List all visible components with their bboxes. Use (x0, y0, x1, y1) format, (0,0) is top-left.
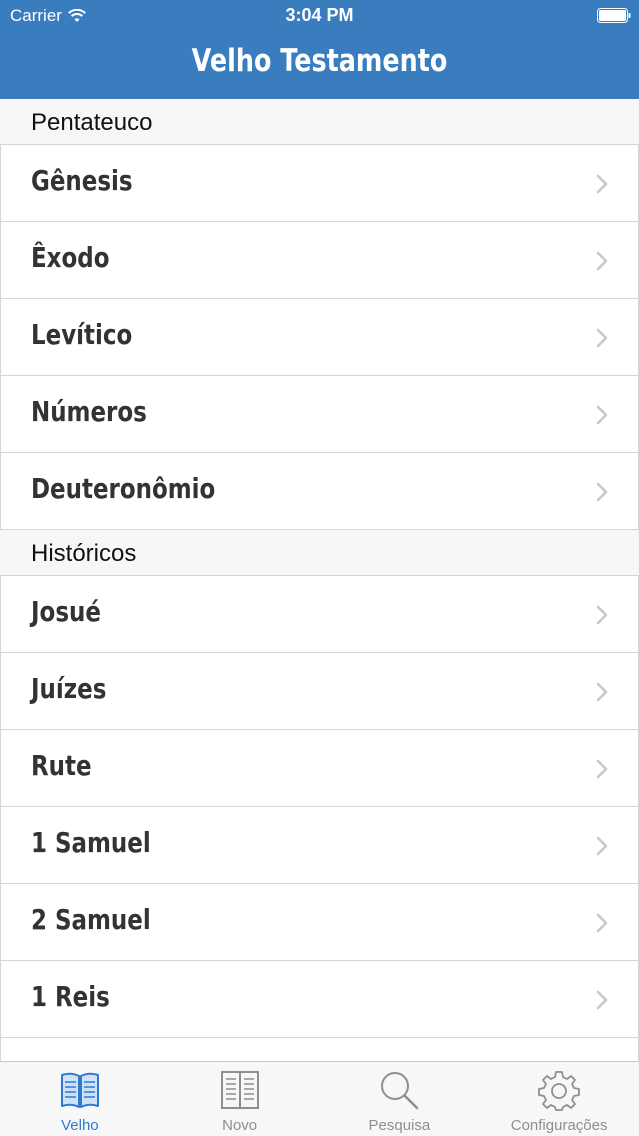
chevron-right-icon (596, 482, 608, 502)
book-label: Êxodo (31, 241, 110, 274)
status-bar: Carrier 3:04 PM (0, 0, 639, 32)
books-list[interactable]: Pentateuco Gênesis Êxodo Levítico Número… (0, 99, 639, 1061)
book-label: Rute (31, 749, 92, 782)
list-item-book-partial[interactable] (0, 1038, 639, 1061)
section-header-historicos: Históricos (0, 530, 639, 576)
list-item-book[interactable]: Gênesis (0, 145, 639, 222)
tab-novo[interactable]: Novo (160, 1062, 320, 1136)
list-item-book[interactable]: Levítico (0, 299, 639, 376)
book-label: Gênesis (31, 164, 133, 197)
gear-icon (538, 1071, 581, 1111)
chevron-right-icon (596, 251, 608, 271)
list-item-book[interactable]: Josué (0, 576, 639, 653)
tab-bar: Velho Novo Pesquisa Configurações (0, 1061, 639, 1136)
tab-pesquisa[interactable]: Pesquisa (320, 1062, 480, 1136)
open-book-icon (60, 1072, 99, 1108)
tab-velho[interactable]: Velho (0, 1062, 160, 1136)
tab-label: Novo (222, 1117, 258, 1134)
book-label: 2 Samuel (31, 903, 151, 936)
book-label: Números (31, 395, 147, 428)
screen: Carrier 3:04 PM Velho Testamento Pentate… (0, 0, 639, 1136)
chevron-right-icon (596, 328, 608, 348)
chevron-right-icon (596, 836, 608, 856)
tab-label: Configurações (510, 1117, 608, 1134)
list-item-book[interactable]: Deuteronômio (0, 453, 639, 530)
book-label: Josué (31, 595, 101, 628)
list-item-book[interactable]: 1 Samuel (0, 807, 639, 884)
search-icon (381, 1072, 419, 1110)
battery-icon (597, 8, 631, 23)
book-label: 1 Samuel (31, 826, 151, 859)
chevron-right-icon (596, 605, 608, 625)
chevron-right-icon (596, 405, 608, 425)
book-icon (220, 1071, 259, 1109)
section-header-pentateuco: Pentateuco (0, 99, 639, 145)
list-item-book[interactable]: Números (0, 376, 639, 453)
list-item-book[interactable]: Rute (0, 730, 639, 807)
tab-label: Pesquisa (368, 1117, 431, 1134)
tab-configuracoes[interactable]: Configurações (479, 1062, 639, 1136)
list-item-book[interactable]: 2 Samuel (0, 884, 639, 961)
chevron-right-icon (596, 990, 608, 1010)
status-time: 3:04 PM (285, 5, 354, 25)
page-title: Velho Testamento (191, 43, 448, 79)
chevron-right-icon (596, 759, 608, 779)
list-item-book[interactable]: Êxodo (0, 222, 639, 299)
chevron-right-icon (596, 682, 608, 702)
navigation-bar: Carrier 3:04 PM Velho Testamento (0, 0, 639, 99)
book-label: Deuteronômio (31, 472, 216, 505)
tab-label: Velho (61, 1117, 99, 1134)
list-item-book[interactable]: Juízes (0, 653, 639, 730)
book-label: Juízes (31, 672, 107, 705)
chevron-right-icon (596, 913, 608, 933)
book-label: 1 Reis (31, 980, 110, 1013)
book-label: Levítico (31, 318, 133, 351)
list-item-book[interactable]: 1 Reis (0, 961, 639, 1038)
chevron-right-icon (596, 174, 608, 194)
